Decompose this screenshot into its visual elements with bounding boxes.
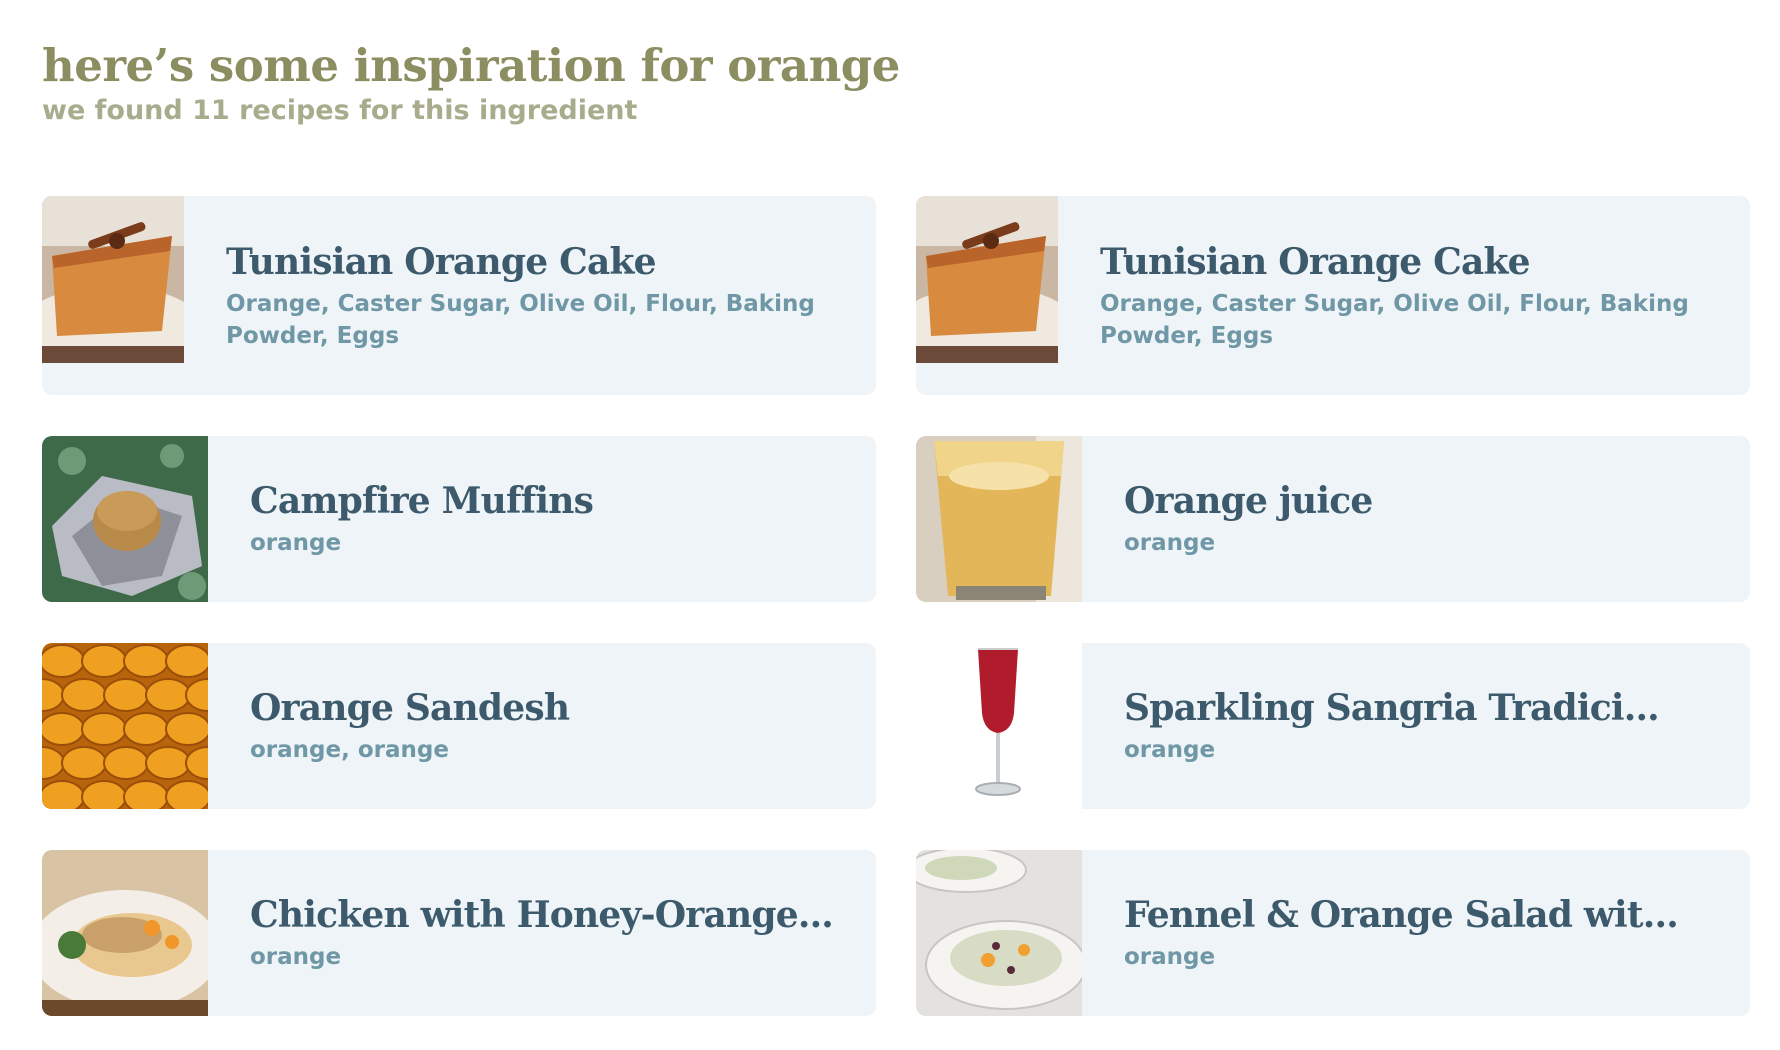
recipe-ingredients: orange: [1124, 944, 1216, 970]
page-title: here’s some inspiration for orange: [42, 39, 900, 92]
recipe-thumbnail: [42, 643, 208, 809]
recipe-thumbnail: [916, 436, 1082, 602]
recipe-ingredients: Orange, Caster Sugar, Olive Oil, Flour, …: [226, 290, 815, 349]
recipe-thumbnail: [916, 850, 1082, 1016]
recipe-title: Tunisian Orange Cake: [1100, 240, 1531, 283]
recipe-thumbnail: [42, 850, 208, 1016]
recipe-ingredients: Orange, Caster Sugar, Olive Oil, Flour, …: [1100, 290, 1689, 349]
chicken-plate-image: [42, 850, 208, 1016]
recipe-thumbnail: [916, 643, 1082, 809]
recipe-ingredients: orange: [1124, 737, 1216, 763]
recipe-ingredients: orange, orange: [250, 737, 449, 763]
sandesh-sweets-image: [42, 643, 208, 809]
recipe-thumbnail: [916, 196, 1058, 363]
muffin-image: [42, 436, 208, 602]
recipe-title: Orange Sandesh: [250, 687, 570, 729]
recipe-card[interactable]: Campfire Muffins orange: [42, 436, 876, 602]
sangria-flute-image: [916, 643, 1082, 809]
recipe-results-page: here’s some inspiration for orange we fo…: [42, 0, 1750, 1016]
recipe-ingredients: orange: [250, 530, 342, 556]
recipe-thumbnail: [42, 436, 208, 602]
recipe-card[interactable]: Chicken with Honey-Orange... orange: [42, 850, 876, 1016]
recipe-card[interactable]: Tunisian Orange Cake Orange, Caster Suga…: [42, 196, 876, 395]
recipe-title: Tunisian Orange Cake: [226, 240, 657, 283]
fennel-salad-image: [916, 850, 1082, 1016]
juice-glass-image: [916, 436, 1082, 602]
recipe-title: Sparkling Sangria Tradici...: [1124, 687, 1660, 729]
recipe-title: Campfire Muffins: [250, 480, 594, 522]
recipe-card[interactable]: Orange juice orange: [916, 436, 1750, 602]
recipe-title: Fennel & Orange Salad wit...: [1124, 894, 1679, 936]
cake-slice-image: [916, 196, 1058, 363]
results-count-subtitle: we found 11 recipes for this ingredient: [42, 95, 638, 126]
recipe-card[interactable]: Sparkling Sangria Tradici... orange: [916, 643, 1750, 809]
recipe-ingredients: orange: [1124, 530, 1216, 556]
recipe-ingredients: orange: [250, 944, 342, 970]
cake-slice-image: [42, 196, 184, 363]
recipe-card[interactable]: Tunisian Orange Cake Orange, Caster Suga…: [916, 196, 1750, 395]
recipe-title: Chicken with Honey-Orange...: [250, 894, 834, 936]
recipe-card[interactable]: Orange Sandesh orange, orange: [42, 643, 876, 809]
recipe-thumbnail: [42, 196, 184, 363]
recipe-card[interactable]: Fennel & Orange Salad wit... orange: [916, 850, 1750, 1016]
recipe-title: Orange juice: [1124, 480, 1373, 522]
